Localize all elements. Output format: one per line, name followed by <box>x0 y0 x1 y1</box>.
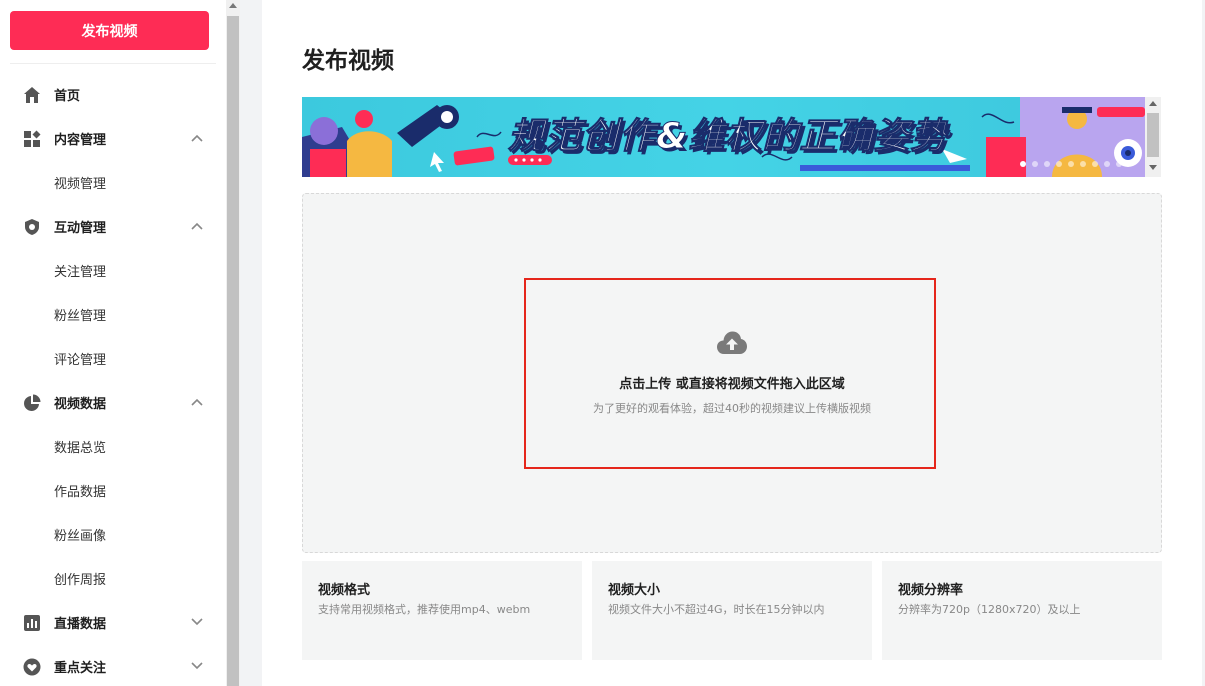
banner-scrollbar[interactable] <box>1145 97 1161 177</box>
carousel-dot[interactable] <box>1104 161 1110 167</box>
card-title: 视频格式 <box>318 583 371 598</box>
bar-chart-icon <box>22 613 41 632</box>
scroll-down-arrow-icon[interactable] <box>1149 165 1157 170</box>
sidebar-item-follow-management[interactable]: 关注管理 <box>0 248 226 292</box>
page-title: 发布视频 <box>302 48 394 74</box>
chevron-down-icon <box>190 615 204 629</box>
sidebar-item-weekly-report[interactable]: 创作周报 <box>0 556 226 600</box>
scrollbar-thumb[interactable] <box>227 16 239 686</box>
pie-chart-icon <box>22 393 41 412</box>
sidebar: 发布视频 首页 内容管理 视频管理 互动管理 关注管理 粉丝管理 评论管理 视频… <box>0 0 226 686</box>
heart-icon <box>22 657 41 676</box>
chevron-up-icon <box>190 219 204 233</box>
sidebar-item-label: 关注管理 <box>54 264 107 280</box>
sidebar-item-data-overview[interactable]: 数据总览 <box>0 424 226 468</box>
sidebar-divider <box>10 63 216 64</box>
banner-title: 规范创作&维权的正确姿势 <box>507 116 948 158</box>
upload-main-text: 点击上传 或直接将视频文件拖入此区域 <box>619 377 845 392</box>
sidebar-item-label: 数据总览 <box>54 440 107 456</box>
card-description: 支持常用视频格式，推荐使用mp4、webm <box>318 603 531 616</box>
scroll-up-arrow-icon[interactable] <box>1149 101 1157 106</box>
carousel-dot[interactable] <box>1056 161 1062 167</box>
chevron-up-icon <box>190 395 204 409</box>
sidebar-item-video-management[interactable]: 视频管理 <box>0 160 226 204</box>
main-content: 发布视频 规范创作&维权的正确姿势 点击上传 或直接将视频文件拖入此区域 为了更… <box>262 0 1202 686</box>
sidebar-item-label: 重点关注 <box>54 660 107 676</box>
sidebar-item-label: 首页 <box>54 88 81 104</box>
carousel-dots[interactable] <box>1020 161 1122 167</box>
sidebar-item-video-data[interactable]: 视频数据 <box>0 380 226 424</box>
home-icon <box>22 85 41 104</box>
carousel-dot[interactable] <box>1020 161 1026 167</box>
card-description: 视频文件大小不超过4G，时长在15分钟以内 <box>608 603 825 616</box>
sidebar-scrollbar[interactable] <box>226 0 240 686</box>
publish-video-button[interactable]: 发布视频 <box>10 11 209 50</box>
sidebar-item-home[interactable]: 首页 <box>0 72 226 116</box>
card-title: 视频分辨率 <box>898 583 964 598</box>
sidebar-item-label: 作品数据 <box>54 484 107 500</box>
sidebar-nav: 首页 内容管理 视频管理 互动管理 关注管理 粉丝管理 评论管理 视频数据 数据… <box>0 72 226 686</box>
carousel-dot[interactable] <box>1116 161 1122 167</box>
sidebar-item-fans-management[interactable]: 粉丝管理 <box>0 292 226 336</box>
sidebar-item-works-data[interactable]: 作品数据 <box>0 468 226 512</box>
chevron-up-icon <box>190 131 204 145</box>
sidebar-item-label: 内容管理 <box>54 132 107 148</box>
sidebar-item-live-data[interactable]: 直播数据 <box>0 600 226 644</box>
video-upload-dropzone[interactable]: 点击上传 或直接将视频文件拖入此区域 为了更好的观看体验，超过40秒的视频建议上… <box>302 193 1162 553</box>
sidebar-item-label: 粉丝画像 <box>54 528 107 544</box>
carousel-dot[interactable] <box>1068 161 1074 167</box>
sidebar-item-key-focus[interactable]: 重点关注 <box>0 644 226 686</box>
info-card-video-resolution: 视频分辨率 分辨率为720p（1280x720）及以上 <box>882 561 1162 660</box>
sidebar-item-label: 评论管理 <box>54 352 107 368</box>
card-title: 视频大小 <box>608 583 661 598</box>
interaction-icon <box>22 217 41 236</box>
upload-hint-text: 为了更好的观看体验，超过40秒的视频建议上传横版视频 <box>593 402 871 415</box>
sidebar-item-label: 粉丝管理 <box>54 308 107 324</box>
sidebar-item-comment-management[interactable]: 评论管理 <box>0 336 226 380</box>
sidebar-item-label: 互动管理 <box>54 220 107 236</box>
chevron-down-icon <box>190 659 204 673</box>
sidebar-item-content-management[interactable]: 内容管理 <box>0 116 226 160</box>
carousel-dot[interactable] <box>1080 161 1086 167</box>
sidebar-item-fans-portrait[interactable]: 粉丝画像 <box>0 512 226 556</box>
carousel-dot[interactable] <box>1044 161 1050 167</box>
sidebar-item-interaction-management[interactable]: 互动管理 <box>0 204 226 248</box>
cloud-upload-icon <box>716 330 748 356</box>
card-description: 分辨率为720p（1280x720）及以上 <box>898 603 1081 616</box>
scrollbar-thumb[interactable] <box>1147 113 1159 157</box>
banner-carousel[interactable]: 规范创作&维权的正确姿势 <box>302 97 1145 177</box>
carousel-dot[interactable] <box>1032 161 1038 167</box>
sidebar-item-label: 直播数据 <box>54 616 107 632</box>
info-card-video-size: 视频大小 视频文件大小不超过4G，时长在15分钟以内 <box>592 561 872 660</box>
info-card-video-format: 视频格式 支持常用视频格式，推荐使用mp4、webm <box>302 561 582 660</box>
content-grid-icon <box>22 129 41 148</box>
carousel-dot[interactable] <box>1092 161 1098 167</box>
sidebar-item-label: 视频管理 <box>54 176 107 192</box>
sidebar-item-label: 视频数据 <box>54 396 107 412</box>
scroll-up-arrow-icon[interactable] <box>229 3 237 8</box>
sidebar-item-label: 创作周报 <box>54 572 107 588</box>
